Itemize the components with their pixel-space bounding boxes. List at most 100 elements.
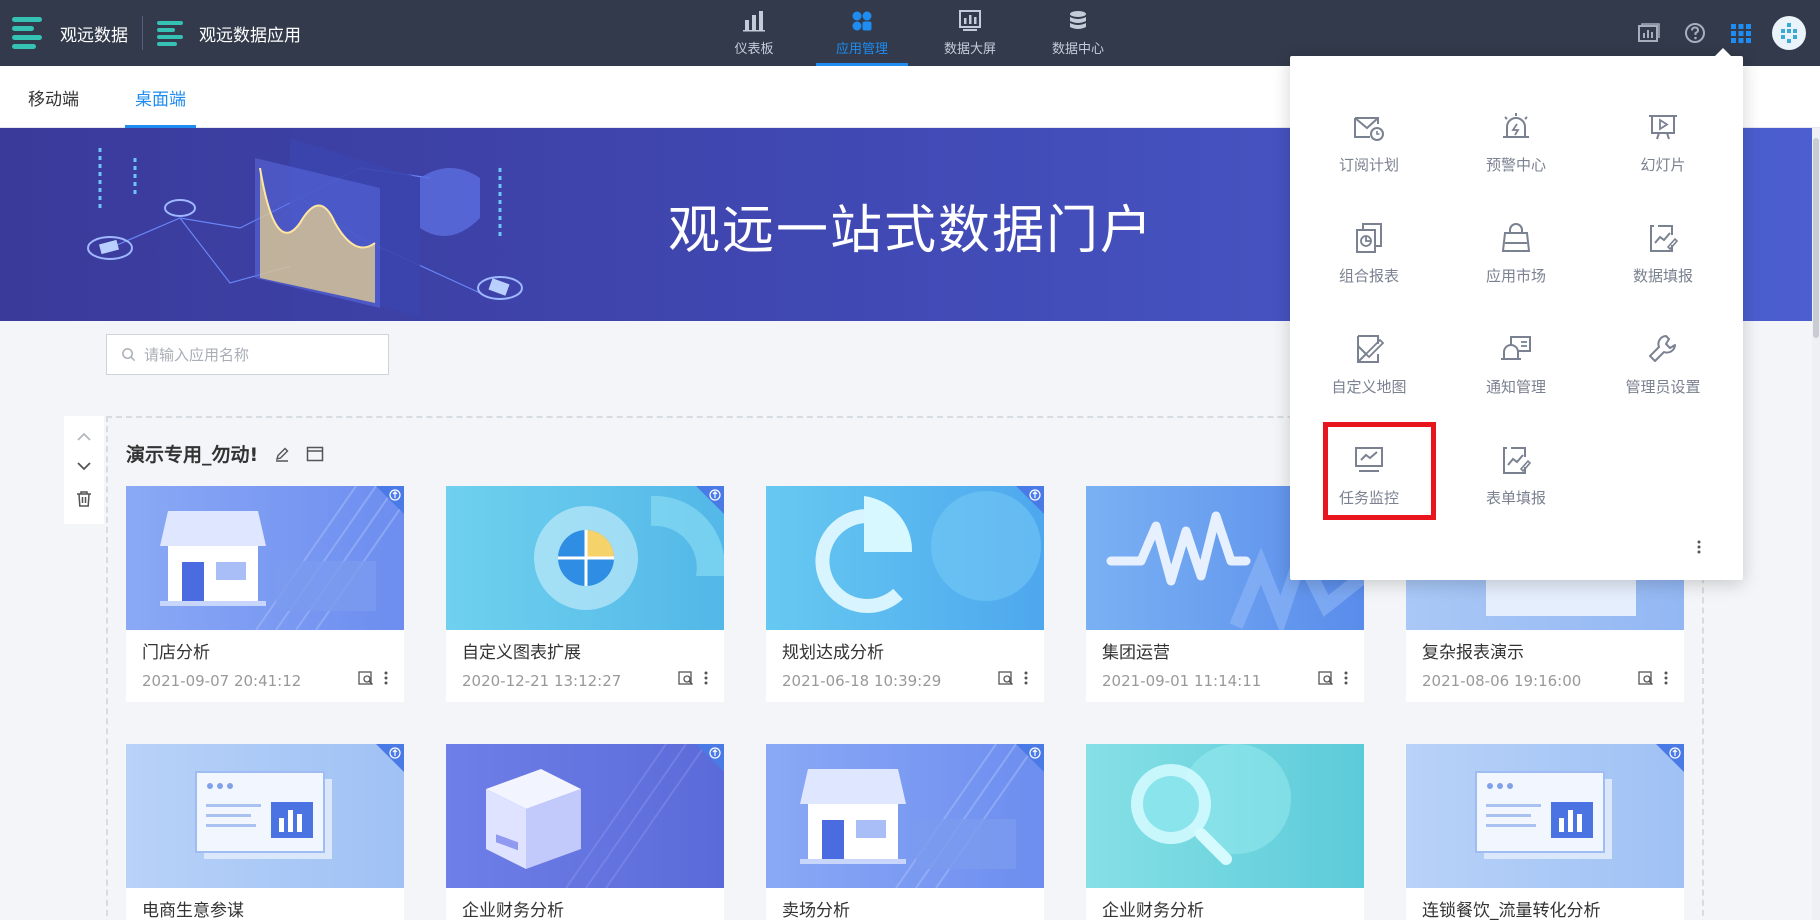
card-date: 2021-08-06 19:16:00 — [1422, 672, 1582, 690]
preview-icon[interactable] — [358, 670, 374, 686]
cube-illustration — [486, 744, 707, 888]
group-header: 演示专用_勿动! — [126, 440, 324, 467]
tab-mobile[interactable]: 移动端 — [0, 66, 107, 128]
menu-item-subscription[interactable]: 订阅计划 — [1314, 96, 1424, 196]
menu-item-label: 自定义地图 — [1331, 378, 1407, 396]
preview-icon[interactable] — [678, 670, 694, 686]
share-icon[interactable] — [389, 489, 401, 501]
menu-item-label: 订阅计划 — [1338, 156, 1399, 174]
app-card[interactable]: 卖场分析 — [766, 744, 1044, 920]
alarm-icon — [1503, 113, 1529, 138]
share-icon[interactable] — [709, 747, 721, 759]
scrollbar-thumb[interactable] — [1813, 138, 1819, 338]
menu-item-label: 通知管理 — [1485, 378, 1546, 396]
app-card[interactable]: 企业财务分析 — [1086, 744, 1364, 920]
menu-item-label: 表单填报 — [1485, 489, 1546, 507]
share-icon[interactable] — [1029, 747, 1041, 759]
preview-icon[interactable] — [998, 670, 1014, 686]
donut-chart-illustration — [815, 491, 1041, 613]
share-icon[interactable] — [1669, 747, 1681, 759]
card-name: 复杂报表演示 — [1422, 643, 1524, 663]
admin-settings-icon — [1649, 335, 1676, 362]
nav-data-screen[interactable]: 数据大屏 — [916, 0, 1024, 66]
chevron-up-icon[interactable] — [76, 432, 92, 442]
menu-item-admin-settings[interactable]: 管理员设置 — [1608, 318, 1718, 418]
card-date: 2021-09-07 20:41:12 — [142, 672, 302, 690]
app-card[interactable]: 连锁餐饮_流量转化分析 — [1406, 744, 1684, 920]
menu-item-data-fill[interactable]: 数据填报 — [1608, 207, 1718, 307]
banner-title: 观远一站式数据门户 — [668, 201, 1155, 261]
brand[interactable]: 观远数据 观远数据应用 — [0, 0, 301, 66]
card-date: 2021-09-01 11:14:11 — [1102, 672, 1262, 690]
window-icon[interactable] — [306, 446, 324, 462]
share-icon[interactable] — [389, 747, 401, 759]
dashboard-illustration — [1475, 771, 1612, 859]
nav-dashboard[interactable]: 仪表板 — [700, 0, 808, 66]
menu-item-combined-report[interactable]: 组合报表 — [1314, 207, 1424, 307]
chevron-down-icon[interactable] — [76, 461, 92, 471]
app-card[interactable]: 规划达成分析 2021-06-18 10:39:29 — [766, 486, 1044, 702]
nav-app-management[interactable]: 应用管理 — [808, 0, 916, 66]
page-scrollbar[interactable] — [1812, 128, 1820, 920]
menu-item-custom-map[interactable]: 自定义地图 — [1314, 318, 1424, 418]
banner-illustration — [87, 138, 523, 318]
nav-label: 仪表板 — [734, 41, 774, 57]
brand-title: 观远数据 — [60, 25, 128, 46]
form-fill-icon — [1503, 447, 1532, 474]
menu-item-label: 应用市场 — [1485, 267, 1546, 285]
main-nav: 仪表板 应用管理 数据大屏 数据中心 — [700, 0, 1132, 66]
card-actions — [1638, 670, 1668, 686]
notification-icon — [1501, 336, 1531, 360]
card-actions — [358, 670, 388, 686]
tab-desktop[interactable]: 桌面端 — [107, 66, 214, 128]
user-avatar[interactable] — [1772, 16, 1806, 50]
card-actions — [998, 670, 1028, 686]
group-side-controls — [64, 416, 104, 524]
menu-item-label: 管理员设置 — [1625, 378, 1701, 396]
card-actions — [1318, 670, 1348, 686]
menu-item-form-fill[interactable]: 表单填报 — [1461, 429, 1571, 529]
brand-logo-icon — [12, 16, 46, 50]
app-title: 观远数据应用 — [199, 25, 301, 46]
card-date: 2020-12-21 13:12:27 — [462, 672, 622, 690]
help-icon — [1685, 23, 1705, 43]
menu-item-app-market[interactable]: 应用市场 — [1461, 207, 1571, 307]
card-thumbnail — [766, 744, 1044, 888]
app-card[interactable]: 企业财务分析 — [446, 744, 724, 920]
menu-item-slideshow[interactable]: 幻灯片 — [1608, 96, 1718, 196]
share-icon[interactable] — [709, 489, 721, 501]
more-vertical-icon[interactable] — [1697, 540, 1701, 554]
card-thumbnail — [126, 744, 404, 888]
trash-icon[interactable] — [76, 490, 92, 508]
more-vertical-icon[interactable] — [384, 671, 388, 685]
app-card[interactable]: 自定义图表扩展 2020-12-21 13:12:27 — [446, 486, 724, 702]
more-vertical-icon[interactable] — [704, 671, 708, 685]
bar-chart-icon — [743, 10, 765, 31]
more-vertical-icon[interactable] — [1344, 671, 1348, 685]
app-card[interactable]: 门店分析 2021-09-07 20:41:12 — [126, 486, 404, 702]
preview-icon[interactable] — [1638, 670, 1654, 686]
highlight-box — [1323, 422, 1436, 520]
screen-icon — [959, 9, 981, 31]
menu-item-notification[interactable]: 通知管理 — [1461, 318, 1571, 418]
combined-report-icon — [1356, 223, 1382, 253]
more-vertical-icon[interactable] — [1024, 671, 1028, 685]
card-thumbnail — [126, 486, 404, 630]
pie-chart-illustration — [534, 495, 724, 610]
preview-icon[interactable] — [1318, 670, 1334, 686]
card-name: 集团运营 — [1102, 643, 1170, 663]
database-icon — [1070, 10, 1086, 29]
card-thumbnail — [446, 486, 724, 630]
card-name: 卖场分析 — [782, 901, 850, 920]
menu-item-alert-center[interactable]: 预警中心 — [1461, 96, 1571, 196]
nav-data-center[interactable]: 数据中心 — [1024, 0, 1132, 66]
store-illustration — [800, 744, 1037, 888]
app-card[interactable]: 电商生意参谋 — [126, 744, 404, 920]
brand-divider — [142, 16, 143, 50]
edit-icon[interactable] — [274, 446, 290, 462]
card-name: 企业财务分析 — [1102, 901, 1204, 920]
more-vertical-icon[interactable] — [1664, 671, 1668, 685]
search-input[interactable] — [144, 345, 364, 364]
app-search-box[interactable] — [106, 334, 389, 375]
share-icon[interactable] — [1029, 489, 1041, 501]
